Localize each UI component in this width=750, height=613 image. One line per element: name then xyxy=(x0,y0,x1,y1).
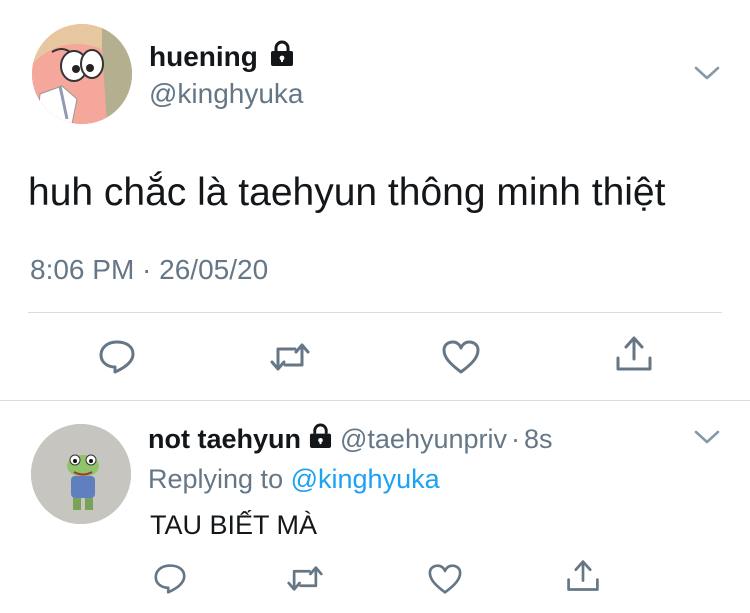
retweet-icon[interactable] xyxy=(286,563,324,599)
share-icon[interactable] xyxy=(565,558,601,599)
reply-timestamp[interactable]: 8s xyxy=(524,422,553,456)
avatar[interactable] xyxy=(32,24,132,124)
reply-icon[interactable] xyxy=(98,338,136,379)
divider xyxy=(28,312,722,313)
tweet-text: huh chắc là taehyun thông minh thiệt xyxy=(28,171,666,214)
like-icon[interactable] xyxy=(427,563,463,600)
divider xyxy=(0,400,750,401)
mention-link[interactable]: @kinghyuka xyxy=(291,464,440,494)
share-icon[interactable] xyxy=(614,334,654,379)
separator-dot: · xyxy=(511,424,520,454)
patrick-star-avatar xyxy=(32,24,132,124)
chevron-down-icon[interactable] xyxy=(693,63,721,88)
retweet-icon[interactable] xyxy=(269,340,311,379)
reply-icon[interactable] xyxy=(153,562,187,599)
display-name-text[interactable]: huening xyxy=(149,40,258,74)
lock-icon xyxy=(309,422,332,456)
display-name[interactable]: not taehyun xyxy=(148,422,301,456)
user-handle[interactable]: @taehyunpriv xyxy=(340,422,507,456)
like-icon[interactable] xyxy=(441,339,481,380)
user-handle[interactable]: @kinghyuka xyxy=(149,77,304,111)
chevron-down-icon[interactable] xyxy=(693,427,721,452)
replying-to-line: Replying to @kinghyuka xyxy=(148,462,440,496)
frog-avatar xyxy=(31,424,131,524)
avatar[interactable] xyxy=(31,424,131,524)
lock-icon xyxy=(270,40,294,74)
reply-header: not taehyun @taehyunpriv · 8s xyxy=(148,422,553,456)
tweet-timestamp[interactable]: 8:06 PM · 26/05/20 xyxy=(30,253,268,287)
replying-to-label: Replying to xyxy=(148,464,284,494)
display-name[interactable]: huening xyxy=(149,40,294,74)
reply-text: TAU BIẾT MÀ xyxy=(150,510,318,540)
